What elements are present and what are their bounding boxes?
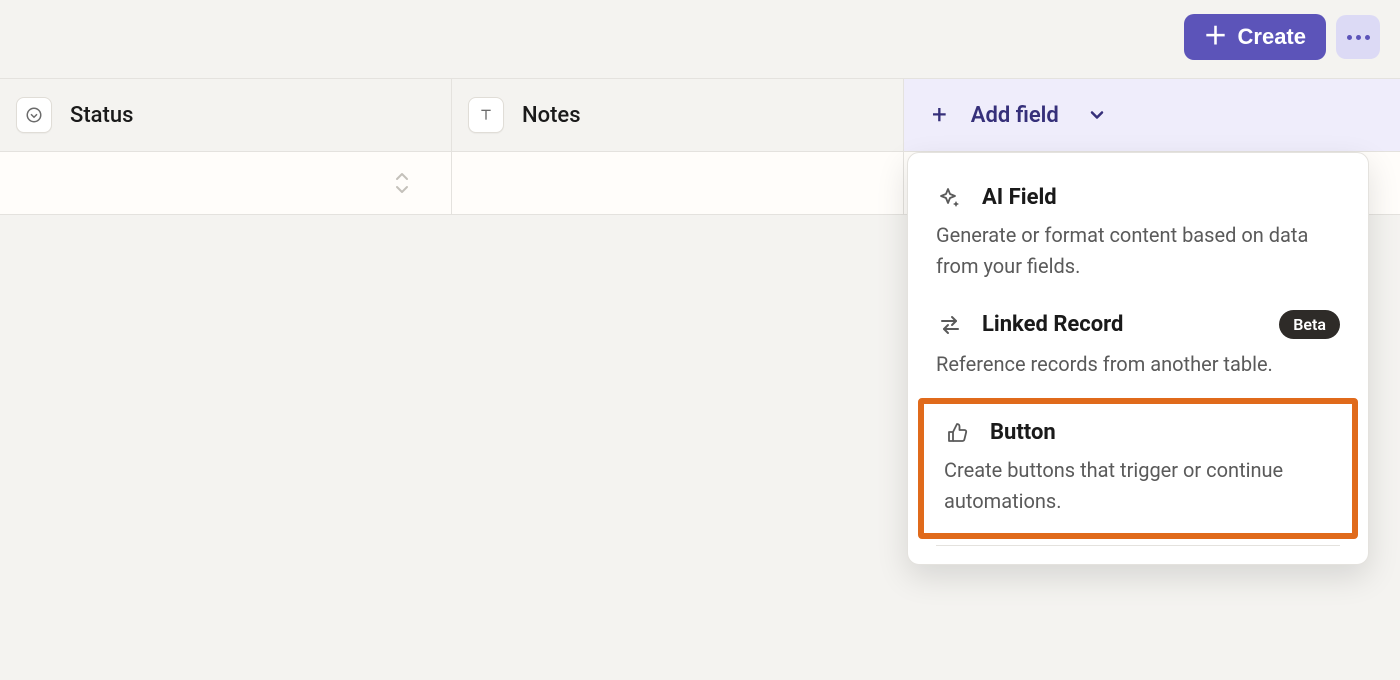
plus-icon: ＋ [1204,25,1228,49]
field-type-title: AI Field [982,185,1340,210]
link-arrows-icon [936,313,964,337]
add-field-label: Add field [971,103,1059,128]
field-type-desc: Generate or format content based on data… [936,220,1340,282]
stepper-icon[interactable] [393,170,411,196]
cell-notes[interactable] [452,152,904,214]
field-type-button[interactable]: Button Create buttons that trigger or co… [924,404,1352,533]
create-button[interactable]: ＋ Create [1184,14,1326,60]
plus-icon: + [932,100,947,130]
column-label: Notes [522,103,581,128]
field-type-desc: Reference records from another table. [936,349,1340,380]
dropdown-divider [936,545,1340,546]
field-type-desc: Create buttons that trigger or continue … [944,455,1332,517]
column-label: Status [70,103,133,128]
field-type-linked-record[interactable]: Linked Record Beta Reference records fro… [908,296,1368,394]
text-field-icon [468,97,504,133]
add-field-dropdown: AI Field Generate or format content base… [907,152,1369,565]
sparkle-icon [936,186,964,210]
column-header-status[interactable]: Status [0,79,452,151]
beta-badge: Beta [1279,310,1340,339]
table-header-row: Status Notes + Add field [0,78,1400,152]
cell-status[interactable] [0,152,452,214]
more-icon [1347,35,1352,40]
select-field-icon [16,97,52,133]
field-type-title: Linked Record [982,312,1261,337]
chevron-down-icon [1087,105,1107,125]
add-field-button[interactable]: + Add field [904,79,1400,151]
field-type-title: Button [990,420,1332,445]
column-header-notes[interactable]: Notes [452,79,904,151]
highlighted-option: Button Create buttons that trigger or co… [918,398,1358,539]
field-type-ai-field[interactable]: AI Field Generate or format content base… [908,171,1368,296]
more-button[interactable] [1336,15,1380,59]
thumbs-up-icon [944,421,972,445]
create-button-label: Create [1238,24,1306,50]
